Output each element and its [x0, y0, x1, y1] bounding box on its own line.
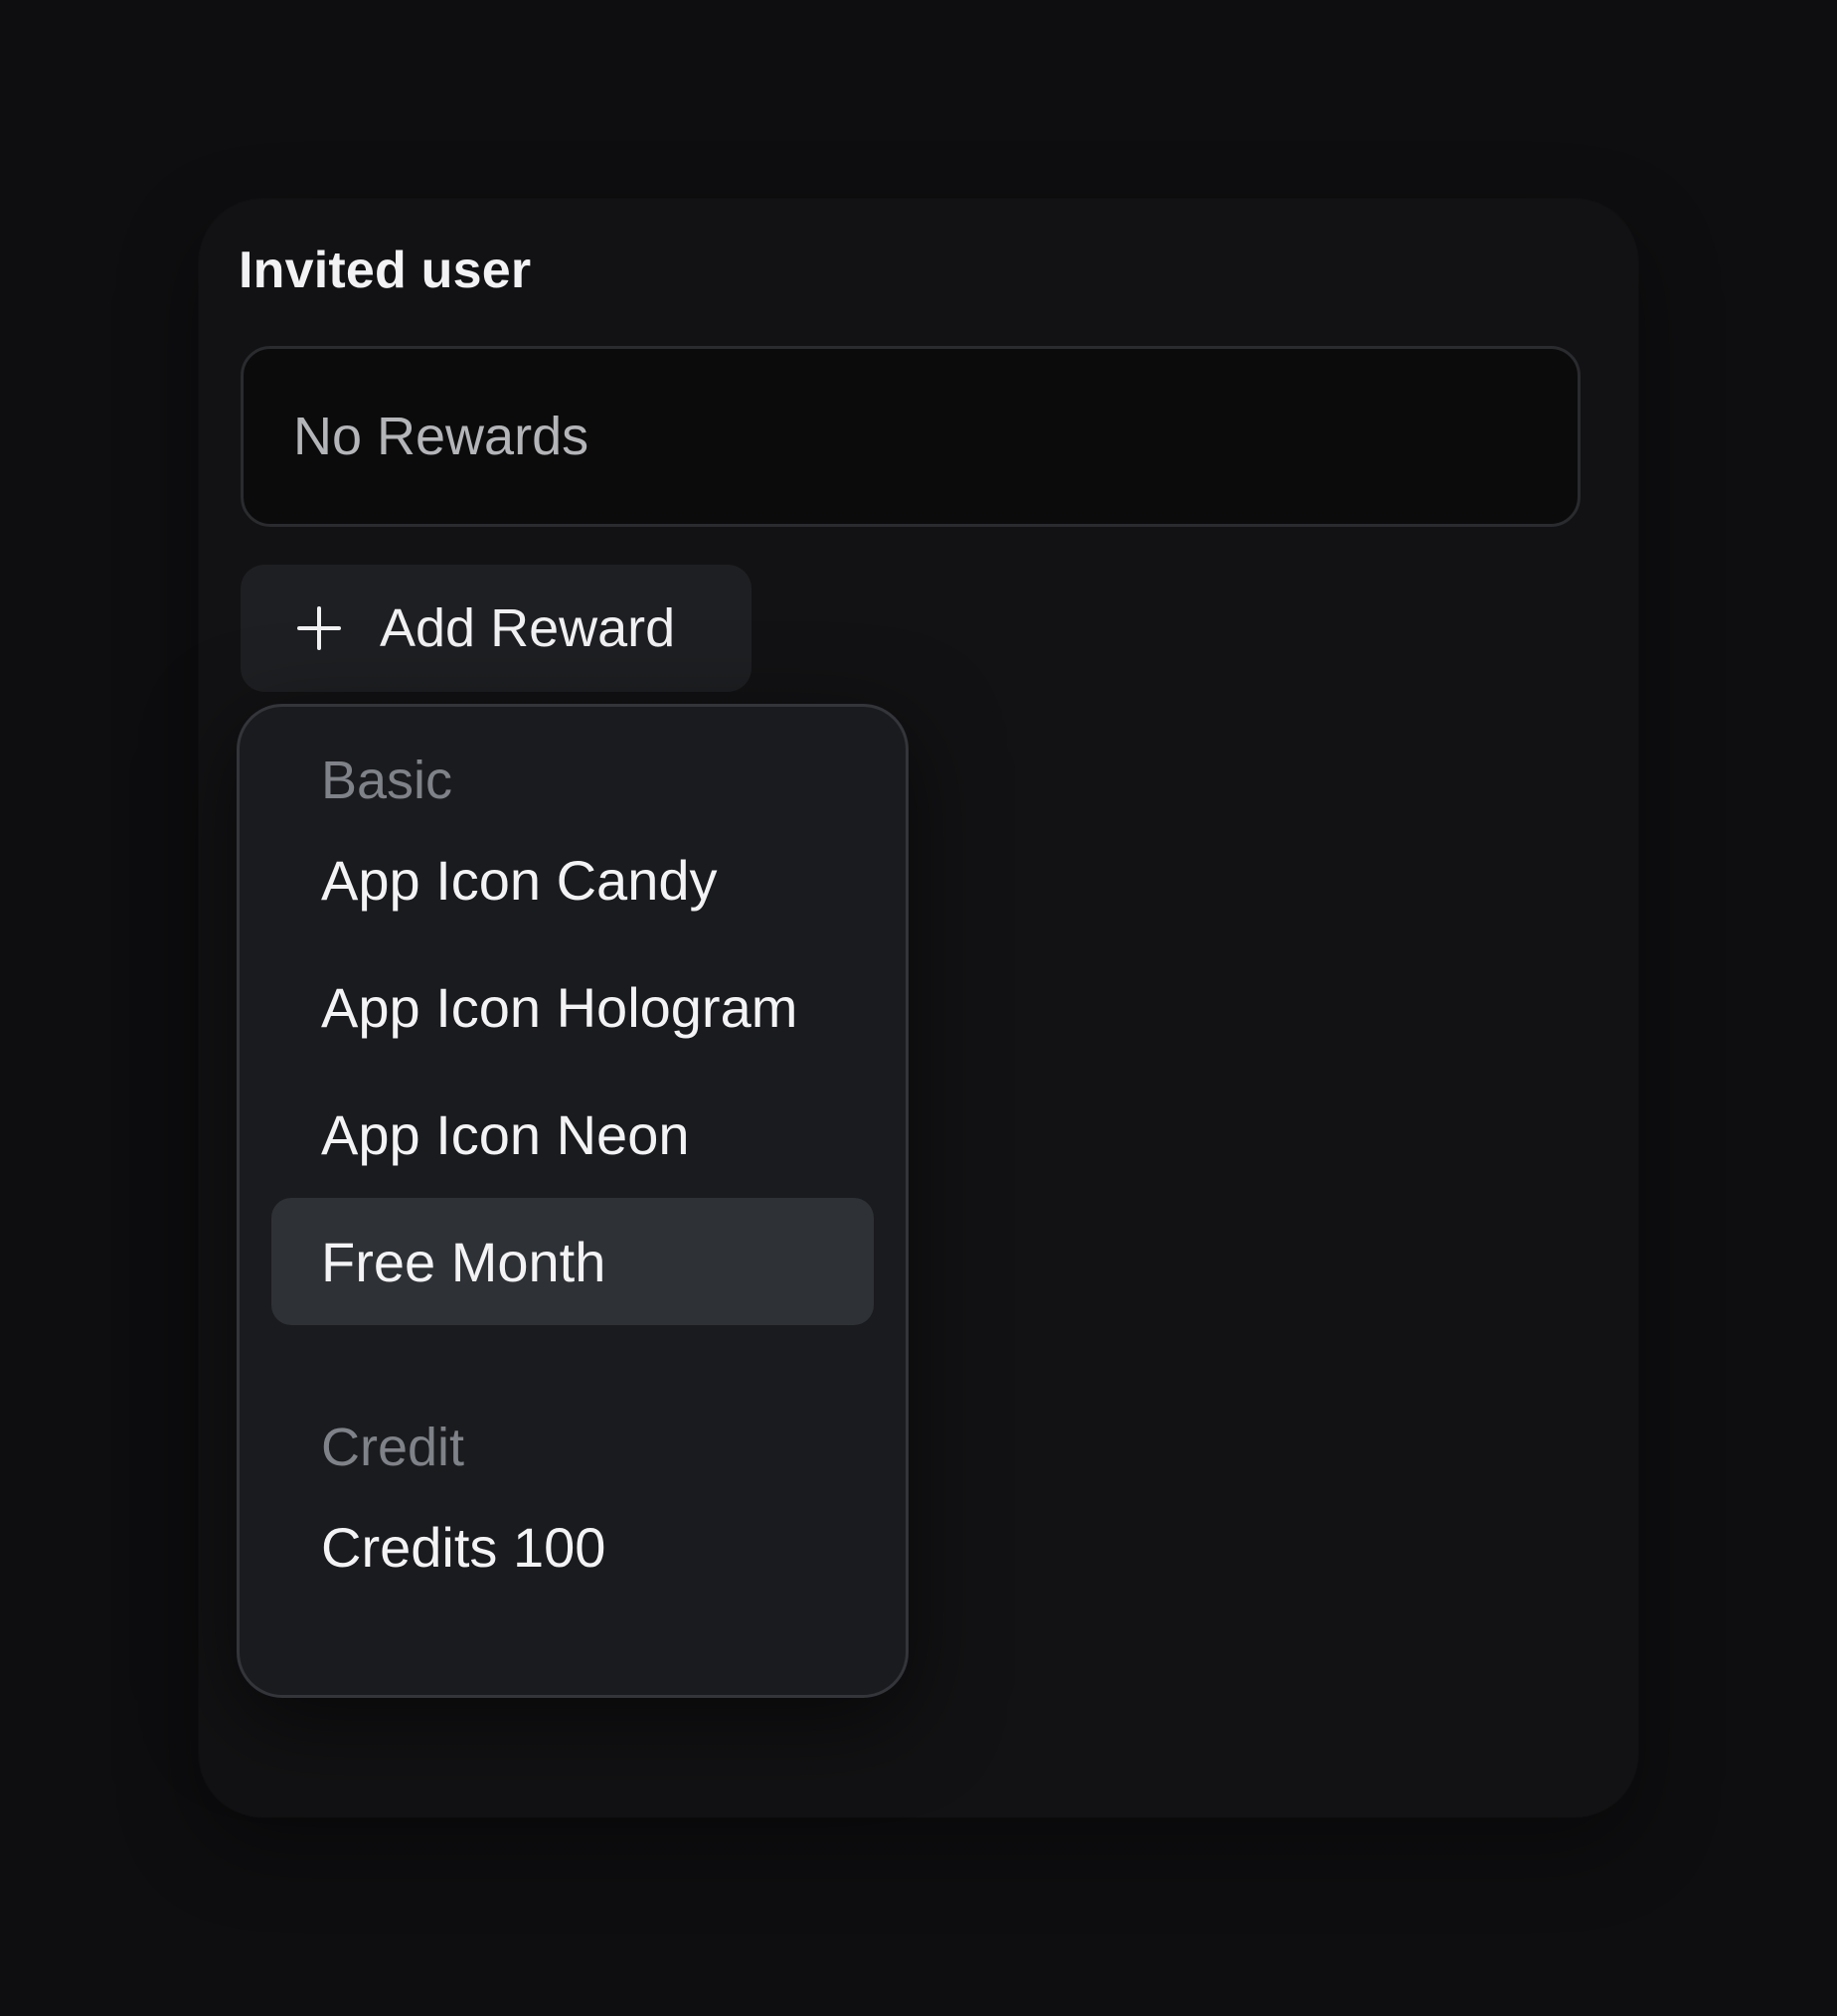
- invited-user-card: Invited user No Rewards Add Reward Basic…: [199, 199, 1638, 1817]
- menu-item-app-icon-candy[interactable]: App Icon Candy: [271, 816, 874, 943]
- menu-item-free-month[interactable]: Free Month: [271, 1198, 874, 1325]
- plus-icon: [297, 606, 341, 650]
- menu-group-label-basic: Basic: [321, 751, 453, 810]
- add-reward-label: Add Reward: [380, 598, 676, 658]
- card-title: Invited user: [239, 242, 532, 299]
- menu-group-label-credit: Credit: [321, 1418, 465, 1477]
- rewards-list: No Rewards: [241, 346, 1581, 527]
- no-rewards-label: No Rewards: [293, 407, 589, 466]
- reward-dropdown-menu: Basic App Icon Candy App Icon Hologram A…: [237, 704, 909, 1698]
- menu-item-app-icon-neon[interactable]: App Icon Neon: [271, 1071, 874, 1198]
- menu-item-app-icon-hologram[interactable]: App Icon Hologram: [271, 943, 874, 1071]
- add-reward-button[interactable]: Add Reward: [241, 565, 752, 692]
- menu-item-credits-100[interactable]: Credits 100: [271, 1483, 874, 1610]
